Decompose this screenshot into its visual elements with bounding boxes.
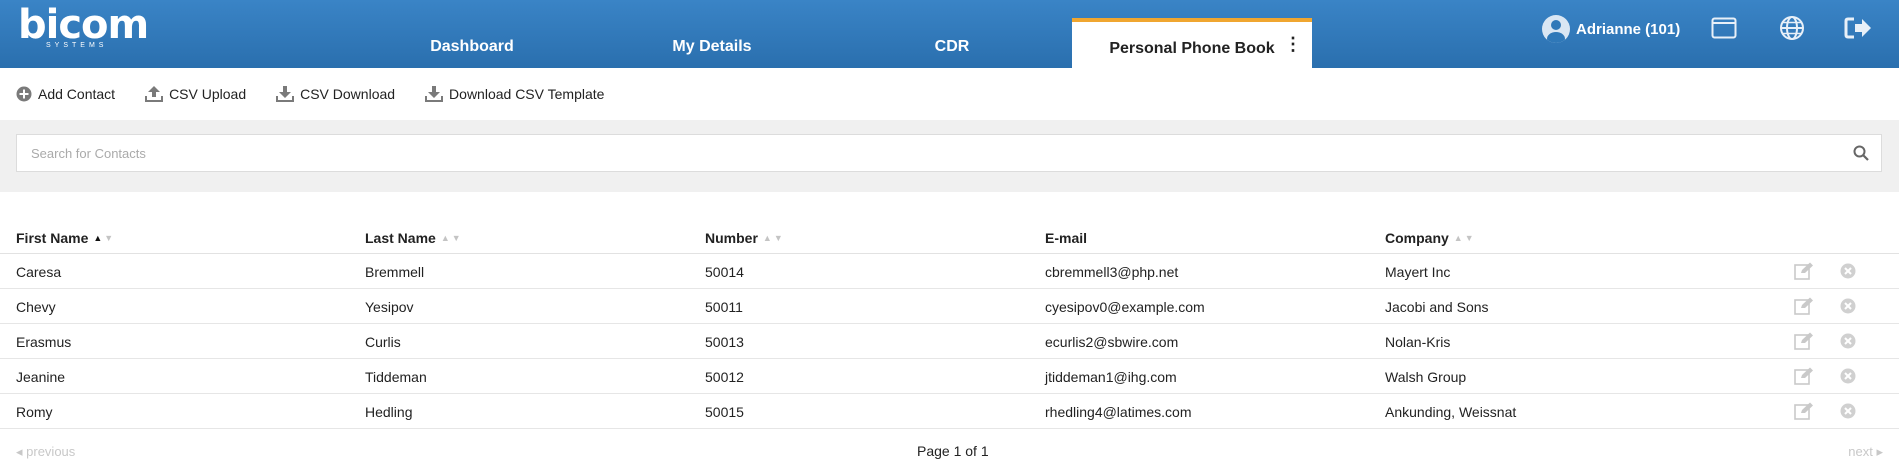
cell-first: Caresa: [16, 264, 62, 280]
column-email: E-mail: [1045, 230, 1087, 246]
column-company[interactable]: Company ▲ ▼: [1385, 230, 1476, 246]
csv-upload-button[interactable]: CSV Upload: [145, 85, 246, 103]
cell-company: Ankunding, Weissnat: [1385, 404, 1517, 420]
bicom-logo: bicom SYSTEMS: [18, 2, 149, 52]
cell-first: Chevy: [16, 299, 56, 315]
cell-last: Tiddeman: [365, 369, 427, 385]
user-name: Adrianne (101): [1576, 20, 1681, 38]
contacts-table: First Name ▲ ▼ Last Name ▲ ▼ Number ▲ ▼ E-m…: [0, 226, 1899, 429]
tab-label: Personal Phone Book: [1109, 40, 1275, 57]
cell-email: cbremmell3@php.net: [1045, 264, 1179, 280]
download-csv-template-button[interactable]: Download CSV Template: [425, 85, 604, 103]
cell-last: Curlis: [365, 334, 401, 350]
csv-download-label: CSV Download: [300, 86, 396, 102]
edit-icon[interactable]: [1794, 297, 1814, 315]
cell-company: Walsh Group: [1385, 369, 1467, 385]
previous-label: previous: [26, 444, 76, 459]
download-template-label: Download CSV Template: [449, 86, 605, 102]
table-row: Chevy Yesipov 50011 cyesipov0@example.com Ja…: [0, 289, 1899, 324]
sort-icon[interactable]: ▲ ▼: [1454, 233, 1476, 243]
cell-email: ecurlis2@sbwire.com: [1045, 334, 1179, 350]
sort-icon[interactable]: ▲ ▼: [441, 233, 463, 243]
edit-icon[interactable]: [1794, 332, 1814, 350]
table-row: Romy Hedling 50015 rhedling4@latimes.com Ank…: [0, 394, 1899, 429]
table-row: Caresa Bremmell 50014 cbremmell3@php.net May…: [0, 254, 1899, 289]
cell-last: Yesipov: [365, 299, 414, 315]
search-area: [0, 120, 1899, 192]
search-box: [16, 134, 1882, 172]
search-icon[interactable]: [1853, 145, 1869, 161]
add-contact-label: Add Contact: [38, 86, 116, 102]
column-label: Company: [1385, 230, 1449, 246]
table-row: Jeanine Tiddeman 50012 jtiddeman1@ihg.com Wa…: [0, 359, 1899, 394]
cell-first: Romy: [16, 404, 53, 420]
toolbar: Add Contact CSV Upload CSV Download Down…: [0, 68, 1899, 120]
table-row: Erasmus Curlis 50013 ecurlis2@sbwire.com Nol…: [0, 324, 1899, 359]
tab-label: Dashboard: [430, 38, 514, 55]
avatar: [1542, 15, 1570, 43]
page-info: Page 1 of 1: [917, 443, 989, 459]
cell-number: 50012: [705, 369, 744, 385]
delete-icon[interactable]: [1838, 402, 1858, 420]
add-contact-button[interactable]: Add Contact: [16, 86, 115, 102]
tab-dashboard[interactable]: Dashboard: [352, 18, 592, 68]
next-page-button[interactable]: next ▸: [1848, 444, 1883, 460]
edit-icon[interactable]: [1794, 262, 1814, 280]
csv-download-button[interactable]: CSV Download: [276, 85, 395, 103]
search-input[interactable]: [31, 145, 1831, 161]
sort-icon[interactable]: ▲ ▼: [763, 233, 785, 243]
column-label: Number: [705, 230, 758, 246]
cell-company: Mayert Inc: [1385, 264, 1451, 280]
upload-icon: [145, 86, 164, 102]
tab-my-details[interactable]: My Details: [592, 18, 832, 68]
pagination: ◂ previous Page 1 of 1 next ▸: [0, 440, 1899, 464]
tab-label: CDR: [934, 38, 970, 55]
download-icon: [276, 86, 295, 102]
plus-circle-icon: [16, 86, 32, 102]
cell-company: Jacobi and Sons: [1385, 299, 1489, 315]
download-icon: [425, 86, 444, 102]
column-label: First Name: [16, 230, 89, 246]
cell-email: jtiddeman1@ihg.com: [1045, 369, 1177, 385]
delete-icon[interactable]: [1838, 332, 1858, 350]
column-number[interactable]: Number ▲ ▼: [705, 230, 785, 246]
delete-icon[interactable]: [1838, 367, 1858, 385]
top-navigation-bar: bicom SYSTEMS Dashboard My Details CDR P…: [0, 0, 1899, 68]
delete-icon[interactable]: [1838, 297, 1858, 315]
table-header: First Name ▲ ▼ Last Name ▲ ▼ Number ▲ ▼ E-m…: [0, 226, 1899, 254]
cell-last: Hedling: [365, 404, 413, 420]
logo-subtext: SYSTEMS: [46, 42, 108, 49]
cell-first: Jeanine: [16, 369, 66, 385]
cell-first: Erasmus: [16, 334, 72, 350]
tab-cdr[interactable]: CDR: [832, 18, 1072, 68]
previous-page-button[interactable]: ◂ previous: [16, 444, 75, 460]
next-label: next: [1848, 444, 1873, 459]
cell-last: Bremmell: [365, 264, 425, 280]
column-first-name[interactable]: First Name ▲ ▼: [16, 230, 115, 246]
sort-icon[interactable]: ▲ ▼: [93, 233, 115, 243]
cell-email: cyesipov0@example.com: [1045, 299, 1205, 315]
column-last-name[interactable]: Last Name ▲ ▼: [365, 230, 463, 246]
cell-number: 50014: [705, 264, 744, 280]
cell-number: 50011: [705, 299, 743, 315]
cell-number: 50013: [705, 334, 744, 350]
cell-number: 50015: [705, 404, 744, 420]
user-menu[interactable]: Adrianne (101): [1542, 14, 1680, 44]
column-label: E-mail: [1045, 230, 1088, 246]
more-options-icon[interactable]: ⋮: [1284, 34, 1302, 55]
tab-label: My Details: [672, 38, 752, 55]
delete-icon[interactable]: [1838, 262, 1858, 280]
cell-email: rhedling4@latimes.com: [1045, 404, 1192, 420]
edit-icon[interactable]: [1794, 367, 1814, 385]
csv-upload-label: CSV Upload: [169, 86, 247, 102]
globe-icon[interactable]: [1777, 14, 1807, 42]
logout-icon[interactable]: [1843, 14, 1873, 42]
tab-personal-phone-book[interactable]: Personal Phone Book ⋮: [1072, 18, 1312, 68]
window-icon[interactable]: [1709, 14, 1739, 42]
column-label: Last Name: [365, 230, 436, 246]
cell-company: Nolan-Kris: [1385, 334, 1451, 350]
edit-icon[interactable]: [1794, 402, 1814, 420]
